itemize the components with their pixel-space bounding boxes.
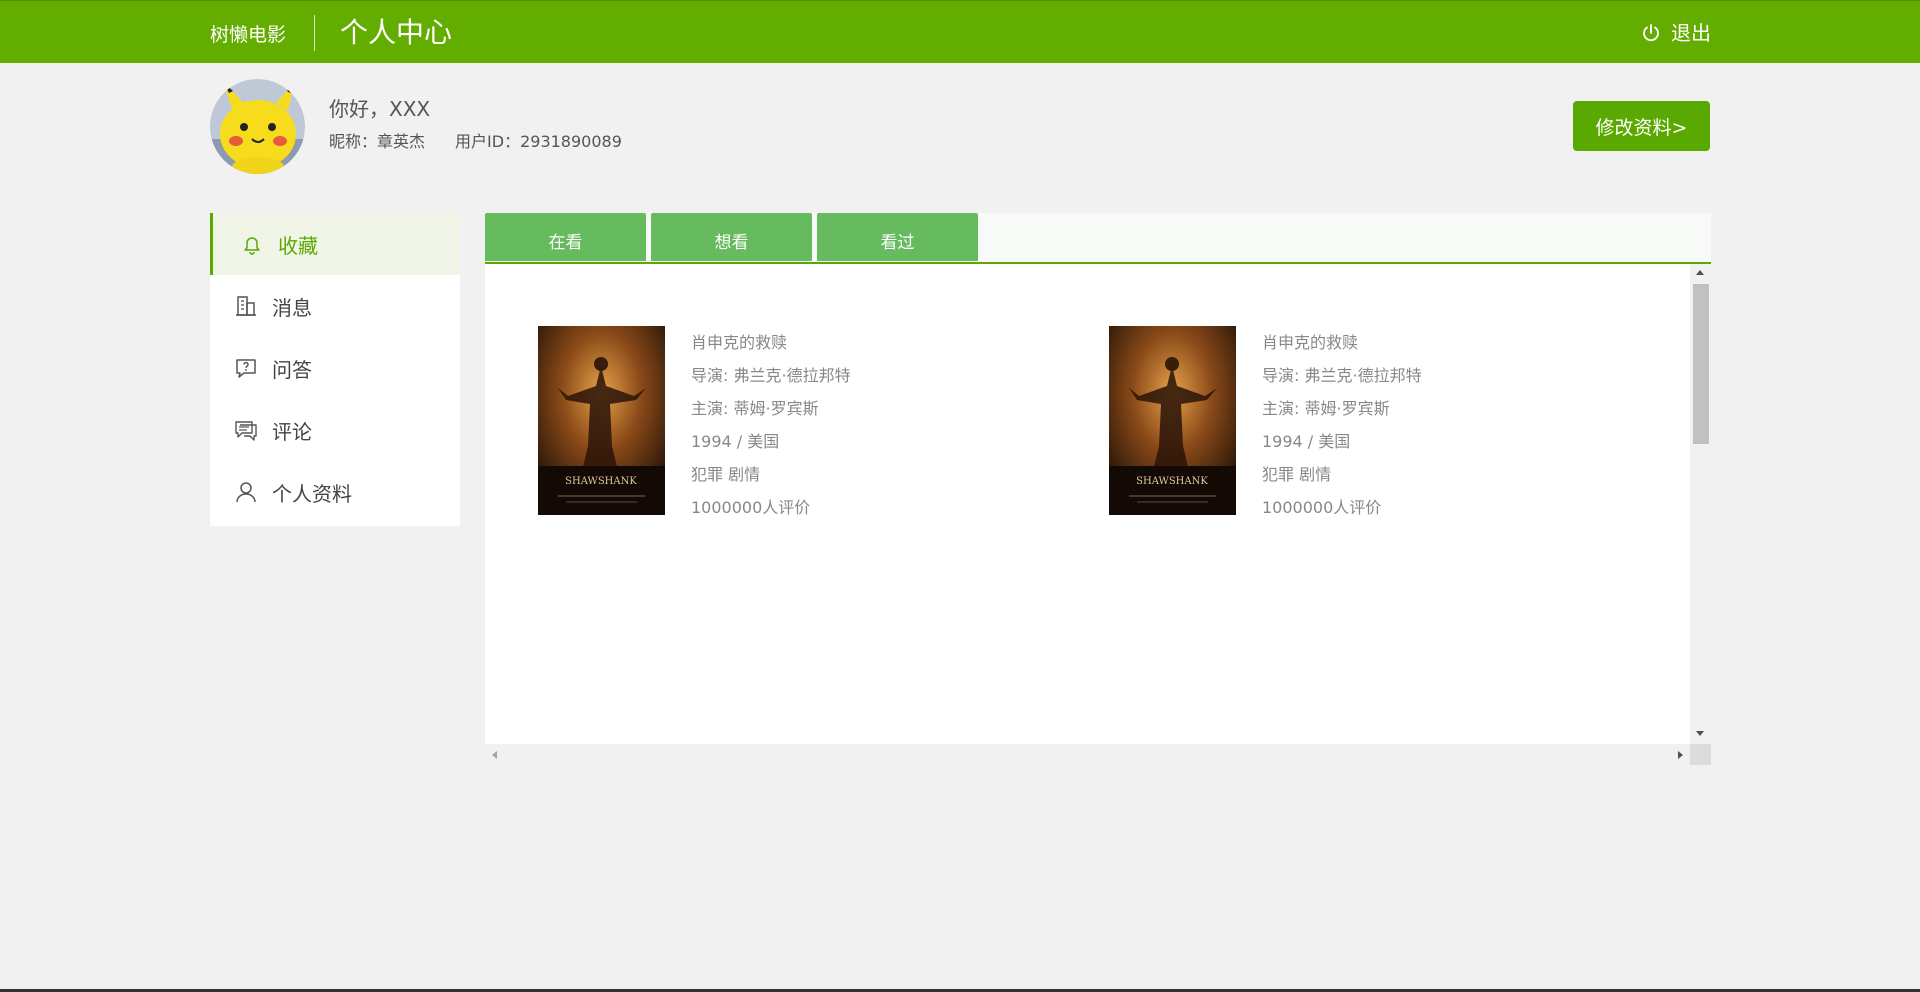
movie-poster[interactable]: SHAWSHANK [538, 326, 665, 515]
content-panel: 在看 想看 看过 SHAWSHANK 肖申克的救赎 导演: 弗兰克·德拉邦特 主… [485, 213, 1711, 765]
movie-actors: 主演: 蒂姆·罗宾斯 [691, 399, 819, 418]
scroll-up-arrow[interactable] [1696, 270, 1704, 275]
movie-year-country: 1994 / 美国 [691, 432, 780, 451]
scroll-down-arrow[interactable] [1696, 731, 1704, 736]
sidebar-item-favorites[interactable]: 收藏 [210, 213, 460, 275]
movie-ratings: 1000000人评价 [1262, 498, 1382, 517]
movie-title[interactable]: 肖申克的救赎 [1262, 326, 1422, 359]
building-icon [236, 296, 256, 316]
movie-info: 肖申克的救赎 导演: 弗兰克·德拉邦特 主演: 蒂姆·罗宾斯 1994 / 美国… [691, 326, 851, 524]
movie-info: 肖申克的救赎 导演: 弗兰克·德拉邦特 主演: 蒂姆·罗宾斯 1994 / 美国… [1262, 326, 1422, 524]
sidebar: 收藏 消息 问答 评论 个人资料 [210, 213, 460, 526]
tab-want-to-watch[interactable]: 想看 [651, 213, 812, 261]
tab-bar: 在看 想看 看过 [485, 213, 1711, 264]
horizontal-scrollbar[interactable] [485, 744, 1690, 765]
sidebar-item-profile[interactable]: 个人资料 [210, 461, 460, 523]
avatar-image [210, 79, 305, 174]
movie-year-country: 1994 / 美国 [1262, 432, 1351, 451]
profile-meta: 昵称：章英杰 用户ID：2931890089 [329, 131, 622, 153]
poster-title: SHAWSHANK [565, 476, 637, 487]
sidebar-item-label: 个人资料 [272, 481, 352, 506]
poster-title: SHAWSHANK [1136, 476, 1208, 487]
movie-poster[interactable]: SHAWSHANK [1109, 326, 1236, 515]
movie-genres: 犯罪 剧情 [691, 465, 761, 484]
scroll-thumb[interactable] [1693, 284, 1709, 444]
movie-genres: 犯罪 剧情 [1262, 465, 1332, 484]
movie-ratings: 1000000人评价 [691, 498, 811, 517]
avatar[interactable] [210, 79, 305, 174]
power-icon [1643, 24, 1659, 42]
scroll-left-arrow[interactable] [492, 751, 497, 759]
movie-actors: 主演: 蒂姆·罗宾斯 [1262, 399, 1390, 418]
movie-title[interactable]: 肖申克的救赎 [691, 326, 851, 359]
logout-label: 退出 [1671, 21, 1711, 45]
scroll-right-arrow[interactable] [1678, 751, 1683, 759]
sidebar-item-messages[interactable]: 消息 [210, 275, 460, 337]
userid-value: 2931890089 [520, 132, 622, 151]
movie-list: SHAWSHANK 肖申克的救赎 导演: 弗兰克·德拉邦特 主演: 蒂姆·罗宾斯… [485, 264, 1690, 744]
greeting-text: 你好，XXX [329, 97, 431, 121]
vertical-scrollbar[interactable] [1690, 264, 1711, 744]
sidebar-item-label: 收藏 [278, 233, 318, 258]
question-icon [236, 359, 256, 378]
nickname-value: 章英杰 [377, 132, 426, 151]
nickname-label: 昵称： [329, 132, 378, 151]
tab-watched[interactable]: 看过 [817, 213, 978, 261]
movie-card[interactable]: SHAWSHANK 肖申克的救赎 导演: 弗兰克·德拉邦特 主演: 蒂姆·罗宾斯… [538, 326, 1038, 526]
nickname-field: 昵称：章英杰 [329, 131, 425, 153]
comment-icon [235, 421, 257, 441]
brand-logo-text[interactable]: 树懒电影 [210, 23, 286, 47]
page-title: 个人中心 [340, 16, 453, 49]
logout-button[interactable]: 退出 [1641, 20, 1711, 46]
userid-label: 用户ID： [455, 132, 521, 151]
sidebar-item-label: 评论 [272, 419, 312, 444]
movie-card[interactable]: SHAWSHANK 肖申克的救赎 导演: 弗兰克·德拉邦特 主演: 蒂姆·罗宾斯… [1109, 326, 1609, 526]
tab-watching[interactable]: 在看 [485, 213, 646, 261]
movie-director: 导演: 弗兰克·德拉邦特 [691, 366, 851, 385]
bell-icon [244, 237, 260, 255]
sidebar-item-comments[interactable]: 评论 [210, 399, 460, 461]
movie-director: 导演: 弗兰克·德拉邦特 [1262, 366, 1422, 385]
sidebar-item-qa[interactable]: 问答 [210, 337, 460, 399]
userid-field: 用户ID：2931890089 [455, 131, 622, 153]
top-bar: 树懒电影 个人中心 退出 [0, 0, 1920, 63]
scroll-corner [1690, 744, 1711, 765]
sidebar-item-label: 消息 [272, 295, 312, 320]
header-divider [314, 15, 315, 51]
sidebar-item-label: 问答 [272, 357, 312, 382]
user-icon [236, 482, 256, 503]
edit-profile-button[interactable]: 修改资料> [1573, 101, 1710, 151]
